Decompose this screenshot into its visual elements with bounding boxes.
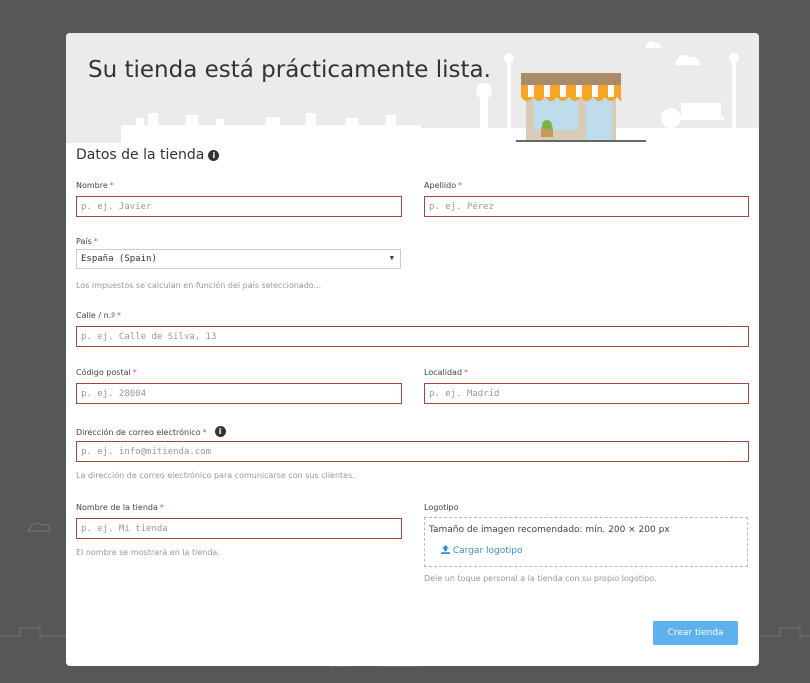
store-name-label: Nombre de la tienda * xyxy=(76,503,164,512)
street-input[interactable] xyxy=(76,326,749,347)
header-banner: Su tienda está prácticamente lista. xyxy=(66,33,759,143)
create-store-button[interactable]: Crear tienda xyxy=(653,621,738,645)
logo-dropzone[interactable]: Tamaño de imagen recomendado: mín. 200 ×… xyxy=(424,517,748,567)
info-icon[interactable]: i xyxy=(208,150,220,161)
section-title-text: Datos de la tienda xyxy=(76,147,205,163)
store-illustration xyxy=(121,41,759,143)
required-mark: * xyxy=(159,503,164,512)
required-mark: * xyxy=(458,181,463,190)
upload-logo-label: Cargar logotipo xyxy=(452,546,523,556)
create-store-dialog: Su tienda está prácticamente lista. Dato… xyxy=(66,33,759,666)
last-name-input[interactable] xyxy=(424,196,749,217)
logo-help: Dele un toque personal a la tienda con s… xyxy=(424,574,657,583)
upload-icon xyxy=(441,545,450,554)
required-mark: * xyxy=(117,311,122,320)
required-mark: * xyxy=(202,428,207,437)
country-select[interactable]: España (Spain) ▼ xyxy=(76,249,401,269)
email-help: La dirección de correo electrónico para … xyxy=(76,471,355,480)
street-label: Calle / n.º * xyxy=(76,311,122,320)
email-label: Dirección de correo electrónico * i xyxy=(76,426,226,437)
first-name-input[interactable] xyxy=(76,196,402,217)
logo-label: Logotipo xyxy=(424,503,459,512)
required-mark: * xyxy=(132,368,137,377)
required-mark: * xyxy=(464,368,469,377)
page-title: Su tienda está prácticamente lista. xyxy=(88,57,491,83)
city-label: Localidad * xyxy=(424,368,469,377)
chevron-down-icon: ▼ xyxy=(389,254,394,262)
country-value: España (Spain) xyxy=(81,254,157,264)
last-name-label: Apellido * xyxy=(424,181,463,190)
postal-code-input[interactable] xyxy=(76,383,402,404)
logo-size-hint: Tamaño de imagen recomendado: mín. 200 ×… xyxy=(429,525,670,535)
country-label: País * xyxy=(76,237,98,246)
required-mark: * xyxy=(93,237,98,246)
store-name-help: El nombre se mostrará en la tienda. xyxy=(76,548,220,557)
info-icon[interactable]: i xyxy=(214,426,226,437)
country-help: Los impuestos se calculan en función del… xyxy=(76,281,322,290)
email-input[interactable] xyxy=(76,441,749,462)
required-mark: * xyxy=(109,181,114,190)
postal-code-label: Código postal * xyxy=(76,368,137,377)
section-title: Datos de la tienda i xyxy=(76,147,220,163)
city-input[interactable] xyxy=(424,383,749,404)
store-name-input[interactable] xyxy=(76,518,402,539)
first-name-label: Nombre * xyxy=(76,181,114,190)
upload-logo-link[interactable]: Cargar logotipo xyxy=(441,545,522,556)
